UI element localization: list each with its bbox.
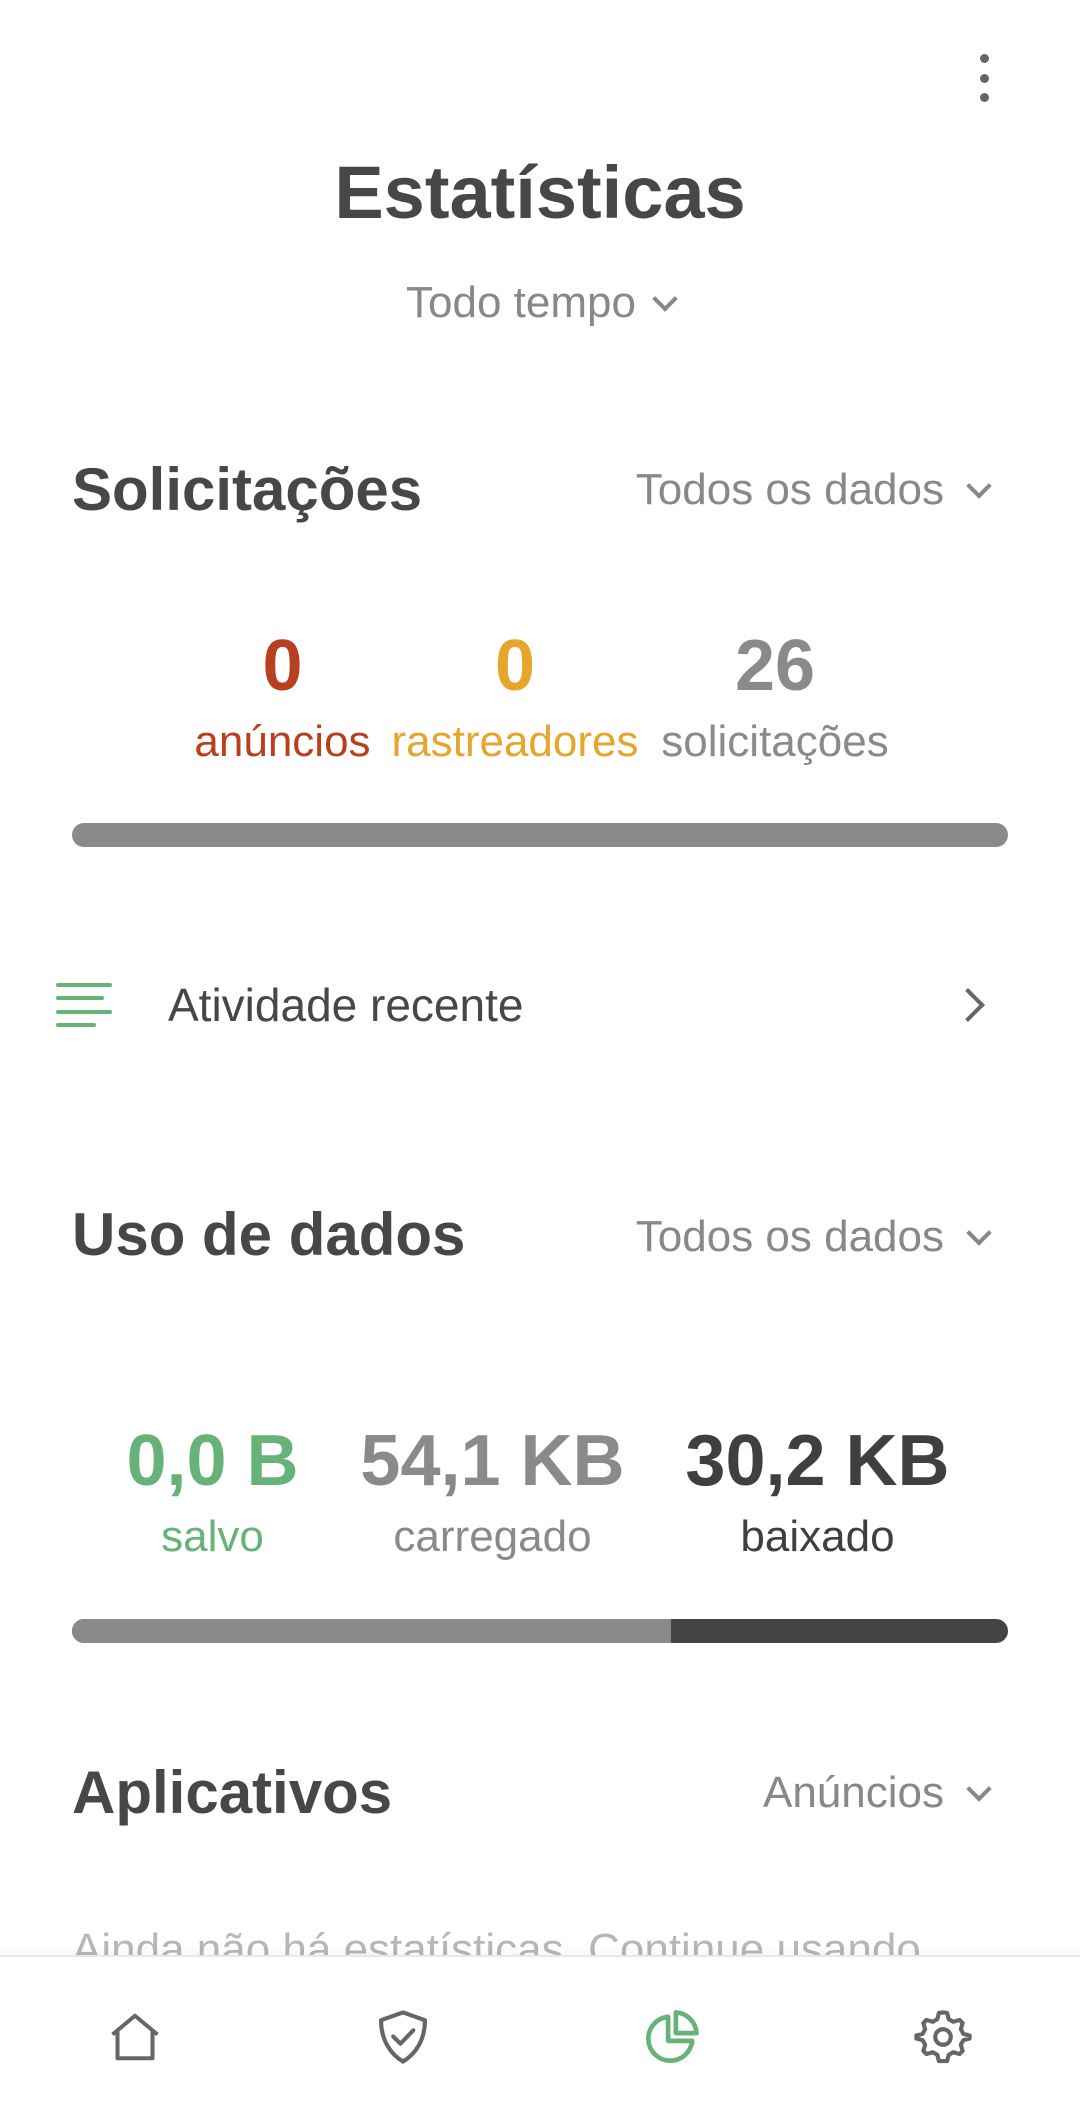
gear-icon [914,2010,972,2064]
requests-bar [72,823,1008,847]
chevron-down-icon [966,1220,992,1246]
home-icon [111,2013,159,2061]
chevron-down-icon [652,286,678,312]
recent-activity-label: Atividade recente [168,979,524,1031]
more-vert-icon [979,54,989,63]
chevron-down-icon [966,473,992,499]
requests-label: solicitações [661,717,889,766]
downloaded-value: 30,2 KB [685,1421,950,1501]
apps-title: Aplicativos [72,1759,393,1826]
saved-stat: 0,0 B salvo [110,1420,315,1562]
nav-protection[interactable] [363,1997,443,2077]
period-label: Todo tempo [406,278,636,327]
trackers-stat: 0 rastreadores [385,625,645,767]
ads-stat: 0 anúncios [190,625,375,767]
list-icon [56,983,112,1027]
data-usage-bar [72,1619,1008,1643]
saved-value: 0,0 B [126,1421,299,1501]
data-usage-filter-label: Todos os dados [635,1212,944,1261]
uploaded-label: carregado [393,1512,592,1561]
saved-label: salvo [161,1512,264,1561]
nav-statistics[interactable] [632,1997,712,2077]
nav-home[interactable] [95,1997,175,2077]
trackers-label: rastreadores [391,717,639,766]
requests-filter-label: Todos os dados [635,465,944,514]
chevron-right-icon [951,988,985,1022]
downloaded-label: baixado [740,1512,895,1561]
downloaded-stat: 30,2 KB baixado [670,1420,965,1562]
bottom-navigation [0,1955,1080,2105]
trackers-count: 0 [494,626,536,706]
requests-stat: 26 solicitações [650,625,900,767]
page-title: Estatísticas [334,151,746,234]
pie-chart-icon [646,2010,699,2063]
recent-activity-row[interactable]: Atividade recente [0,955,1080,1055]
chevron-down-icon [966,1776,992,1802]
uploaded-value: 54,1 KB [360,1421,625,1501]
requests-filter[interactable]: Todos os dados [635,465,992,515]
ads-count: 0 [262,626,303,706]
requests-count: 26 [734,626,816,706]
data-usage-title: Uso de dados [72,1201,466,1268]
apps-filter[interactable]: Anúncios [762,1768,992,1818]
more-options-button[interactable] [960,48,1008,108]
requests-title: Solicitações [72,456,423,523]
uploaded-stat: 54,1 KB carregado [345,1420,640,1562]
nav-settings[interactable] [903,1997,983,2077]
ads-label: anúncios [194,717,371,766]
data-usage-bar-fill [72,1619,672,1643]
shield-check-icon [378,2010,428,2064]
data-usage-filter[interactable]: Todos os dados [635,1212,992,1262]
period-selector[interactable]: Todo tempo [0,278,1080,328]
apps-filter-label: Anúncios [762,1768,944,1817]
